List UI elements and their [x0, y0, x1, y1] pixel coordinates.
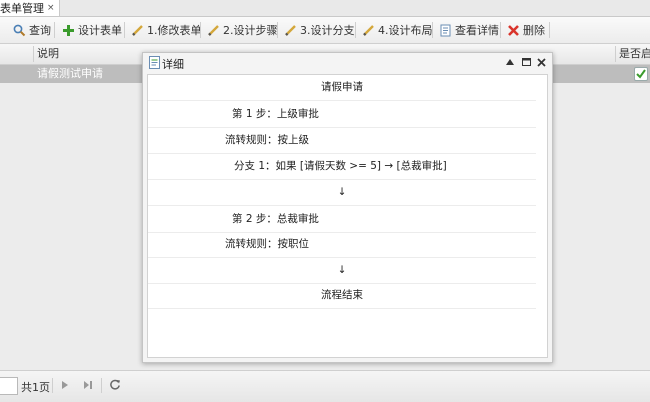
maximize-button[interactable]: [520, 56, 532, 68]
toolbar-separator: [355, 22, 356, 38]
view-detail-label: 查看详情: [455, 24, 499, 37]
design-layout-label: 4.设计布局: [378, 24, 433, 37]
close-icon: [536, 57, 546, 67]
flow-row: 流程结束: [148, 283, 536, 309]
column-divider[interactable]: [615, 46, 616, 62]
design-layout-button[interactable]: 4.设计布局: [361, 21, 433, 39]
flow-row-text: 请假申请: [321, 81, 363, 93]
tab-form-management[interactable]: 表单管理 ×: [0, 0, 60, 16]
tab-strip: 表单管理 ×: [0, 0, 650, 17]
toolbar-separator: [500, 22, 501, 38]
flow-row-text: 分支 1：如果 [请假天数 >= 5] → [总裁审批]: [234, 160, 447, 172]
row-description: 请假测试申请: [37, 67, 103, 80]
toolbar-separator: [124, 22, 125, 38]
refresh-icon: [110, 379, 120, 390]
toolbar-separator: [54, 22, 55, 38]
tab-label: 表单管理: [0, 2, 44, 15]
flow-row: 流转规则：按职位: [148, 232, 536, 258]
last-arrow-icon: [84, 381, 92, 389]
pencil-icon: [206, 23, 220, 37]
toolbar-separator: [432, 22, 433, 38]
maximize-icon: [521, 58, 531, 66]
query-button[interactable]: 查询: [12, 21, 51, 39]
view-detail-button[interactable]: 查看详情: [438, 21, 499, 39]
refresh-button[interactable]: [108, 378, 122, 392]
flow-row: 第 1 步：上级审批: [148, 102, 536, 128]
enabled-checkbox[interactable]: [634, 67, 648, 81]
dialog-title: 详细: [162, 58, 184, 71]
toolbar-separator: [277, 22, 278, 38]
flow-row: 流转规则：按上级: [148, 128, 536, 154]
page-number-input[interactable]: [0, 377, 18, 395]
pager-separator: [101, 378, 102, 393]
flow-row-text: 流转规则：按上级: [225, 134, 309, 146]
flow-row-text: ↓: [337, 186, 347, 198]
edit-form-label: 1.修改表单: [147, 24, 202, 37]
flow-row: ↓: [148, 258, 536, 284]
column-divider[interactable]: [33, 46, 34, 62]
design-steps-button[interactable]: 2.设计步骤: [206, 21, 278, 39]
pencil-icon: [361, 23, 375, 37]
close-icon[interactable]: ×: [47, 3, 55, 13]
edit-form-button[interactable]: 1.修改表单: [130, 21, 202, 39]
flow-row: 第 2 步：总裁审批: [148, 207, 536, 233]
pencil-icon: [283, 23, 297, 37]
design-form-label: 设计表单: [78, 24, 122, 37]
delete-x-icon: [506, 23, 520, 37]
page-total: 共1页: [21, 381, 50, 394]
design-branch-label: 3.设计分支: [300, 24, 355, 37]
delete-button[interactable]: 删除: [506, 21, 545, 39]
detail-dialog: 详细 请假申请第 1 步：上级审批流转规则：按上级分支 1：如果 [请假天数 >…: [142, 52, 553, 363]
flow-row-text: 流程结束: [321, 289, 363, 301]
last-page-button[interactable]: [81, 378, 95, 392]
next-page-button[interactable]: [58, 378, 72, 392]
pencil-icon: [130, 23, 144, 37]
flow-row-text: 第 1 步：上级审批: [232, 108, 319, 120]
search-icon: [12, 23, 26, 37]
toolbar-separator: [200, 22, 201, 38]
close-button[interactable]: [535, 56, 547, 68]
flow-row: 分支 1：如果 [请假天数 >= 5] → [总裁审批]: [148, 154, 536, 180]
design-form-button[interactable]: 设计表单: [61, 21, 122, 39]
next-arrow-icon: [62, 381, 68, 389]
toolbar: 查询 设计表单 1.修改表单 2.设计步骤 3.设计分支 4.设计布局 查看详情…: [0, 17, 650, 44]
flow-row-text: ↓: [337, 264, 347, 276]
check-icon: [636, 69, 646, 79]
delete-label: 删除: [523, 24, 545, 37]
flow-row-text: 流转规则：按职位: [225, 238, 309, 250]
pager-separator: [52, 378, 53, 393]
flow-row-text: 第 2 步：总裁审批: [232, 213, 319, 225]
dialog-body: 请假申请第 1 步：上级审批流转规则：按上级分支 1：如果 [请假天数 >= 5…: [147, 74, 548, 358]
document-icon: [149, 56, 160, 72]
column-header-enabled[interactable]: 是否启: [619, 44, 650, 64]
collapse-button[interactable]: [504, 56, 516, 68]
design-branch-button[interactable]: 3.设计分支: [283, 21, 355, 39]
column-header-desc[interactable]: 说明: [37, 44, 59, 64]
query-label: 查询: [29, 24, 51, 37]
flow-row: ↓: [148, 180, 536, 206]
plus-icon: [61, 23, 75, 37]
pager: 共1页: [0, 370, 650, 402]
toolbar-separator: [549, 22, 550, 38]
document-icon: [438, 23, 452, 37]
dialog-titlebar[interactable]: 详细: [143, 53, 552, 73]
design-steps-label: 2.设计步骤: [223, 24, 278, 37]
collapse-icon: [506, 59, 514, 65]
flow-row: 请假申请: [148, 75, 536, 101]
